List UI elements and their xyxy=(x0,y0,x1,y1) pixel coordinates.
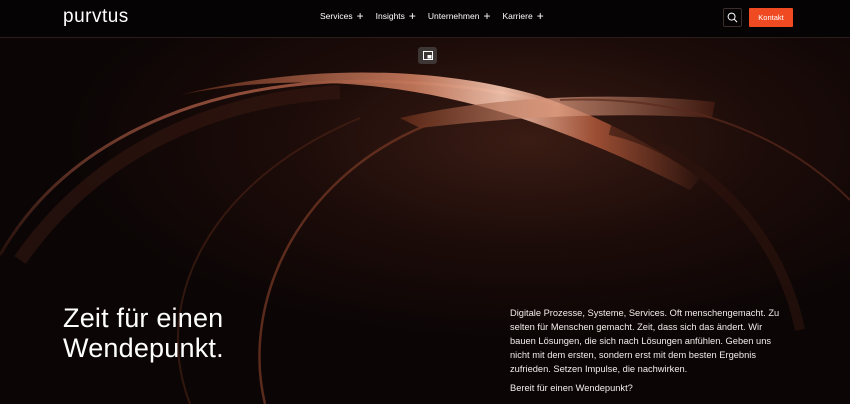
site-header: purvtus Services + Insights + Unternehme… xyxy=(0,0,850,38)
hero-headline: Zeit für einen Wendepunkt. xyxy=(63,303,224,363)
plus-icon: + xyxy=(536,9,544,23)
plus-icon: + xyxy=(483,9,491,23)
hero-headline-line-2: Wendepunkt. xyxy=(63,333,224,363)
hero-headline-line-1: Zeit für einen xyxy=(63,303,224,333)
nav-item-label: Services xyxy=(320,11,353,21)
nav-item-karriere[interactable]: Karriere + xyxy=(502,9,544,23)
hero-intro-text: Digitale Prozesse, Systeme, Services. Of… xyxy=(510,308,780,374)
main-navigation: Services + Insights + Unternehmen + Karr… xyxy=(320,9,556,23)
search-button[interactable] xyxy=(723,8,742,27)
nav-item-label: Unternehmen xyxy=(427,11,480,21)
search-icon xyxy=(727,12,738,23)
nav-item-services[interactable]: Services + xyxy=(320,9,364,23)
nav-item-label: Insights xyxy=(375,11,405,21)
hero-cta-text: Bereit für einen Wendepunkt? xyxy=(510,383,633,393)
contact-button[interactable]: Kontakt xyxy=(749,8,793,27)
plus-icon: + xyxy=(408,9,416,23)
nav-item-unternehmen[interactable]: Unternehmen + xyxy=(427,9,491,23)
plus-icon: + xyxy=(356,9,364,23)
brand-logo[interactable]: purvtus xyxy=(63,6,129,28)
media-toggle-icon xyxy=(422,51,433,60)
media-toggle-button[interactable] xyxy=(418,47,437,64)
nav-item-label: Karriere xyxy=(502,11,533,21)
nav-item-insights[interactable]: Insights + xyxy=(375,9,416,23)
